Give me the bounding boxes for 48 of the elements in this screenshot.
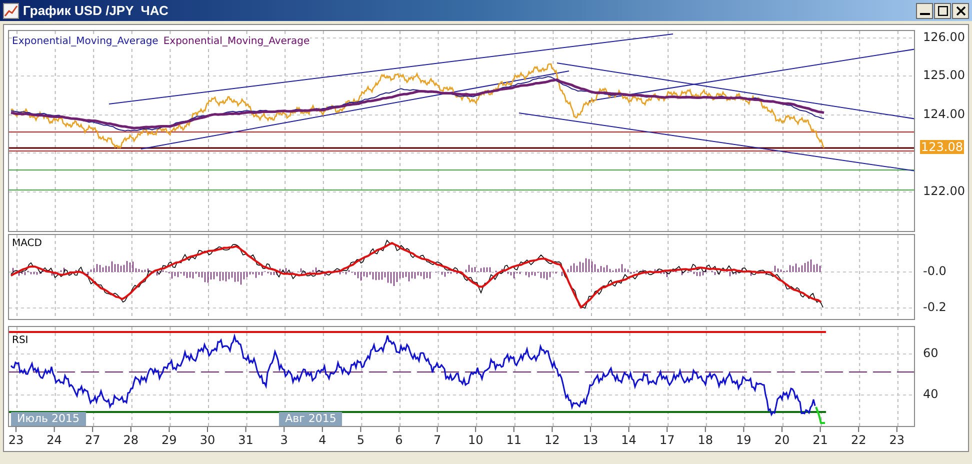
axis-label: 126.00 — [923, 30, 965, 44]
month-badge: Июль 2015 — [11, 412, 86, 426]
date-label: 22 — [850, 433, 866, 447]
legend-label: Exponential_Moving_Average — [163, 35, 310, 49]
date-label: 5 — [356, 433, 364, 447]
date-label: 13 — [582, 433, 598, 447]
legend-label: Exponential_Moving_Average — [12, 35, 158, 49]
axis-label: -0.0 — [923, 264, 946, 278]
chart-icon — [3, 2, 19, 18]
date-label: 24 — [46, 433, 62, 447]
minimize-button[interactable] — [916, 2, 933, 18]
date-label: 20 — [774, 433, 790, 447]
date-label: 28 — [123, 433, 139, 447]
date-label: 18 — [698, 433, 714, 447]
price-badge: 123.08 — [920, 140, 964, 154]
axis-label: 124.00 — [923, 107, 965, 121]
rsi-tail-line — [815, 406, 825, 424]
date-label: 12 — [544, 433, 560, 447]
maximize-icon — [938, 6, 948, 16]
axis-label: 122.00 — [923, 184, 965, 198]
window-title: График USD /JPY ЧАС — [23, 2, 168, 20]
date-label: 6 — [395, 433, 403, 447]
date-label: 11 — [506, 433, 522, 447]
date-label: 30 — [200, 433, 216, 447]
date-label: 14 — [621, 433, 636, 447]
axis-label: 125.00 — [923, 68, 965, 82]
date-label: 3 — [280, 433, 288, 447]
date-label: 23 — [889, 433, 905, 447]
axis-label: 60 — [923, 346, 938, 360]
date-label: 7 — [433, 433, 442, 447]
date-label: 10 — [468, 433, 484, 447]
axis-label: 40 — [923, 387, 938, 401]
close-icon — [956, 6, 966, 16]
date-label: 23 — [8, 433, 24, 447]
date-label: 17 — [659, 433, 675, 447]
minimize-icon — [920, 12, 930, 14]
maximize-button[interactable] — [934, 2, 951, 18]
panel-title: MACD — [12, 237, 42, 251]
axis-label: -0.2 — [923, 300, 946, 314]
date-label: 27 — [84, 433, 100, 447]
date-label: 21 — [812, 433, 828, 447]
date-label: 19 — [736, 433, 752, 447]
close-button[interactable] — [952, 2, 969, 18]
date-label: 31 — [238, 433, 254, 447]
date-label: 4 — [318, 433, 326, 447]
month-badge: Авг 2015 — [279, 412, 342, 426]
panel-title: RSI — [12, 335, 28, 346]
date-label: 29 — [162, 433, 177, 447]
